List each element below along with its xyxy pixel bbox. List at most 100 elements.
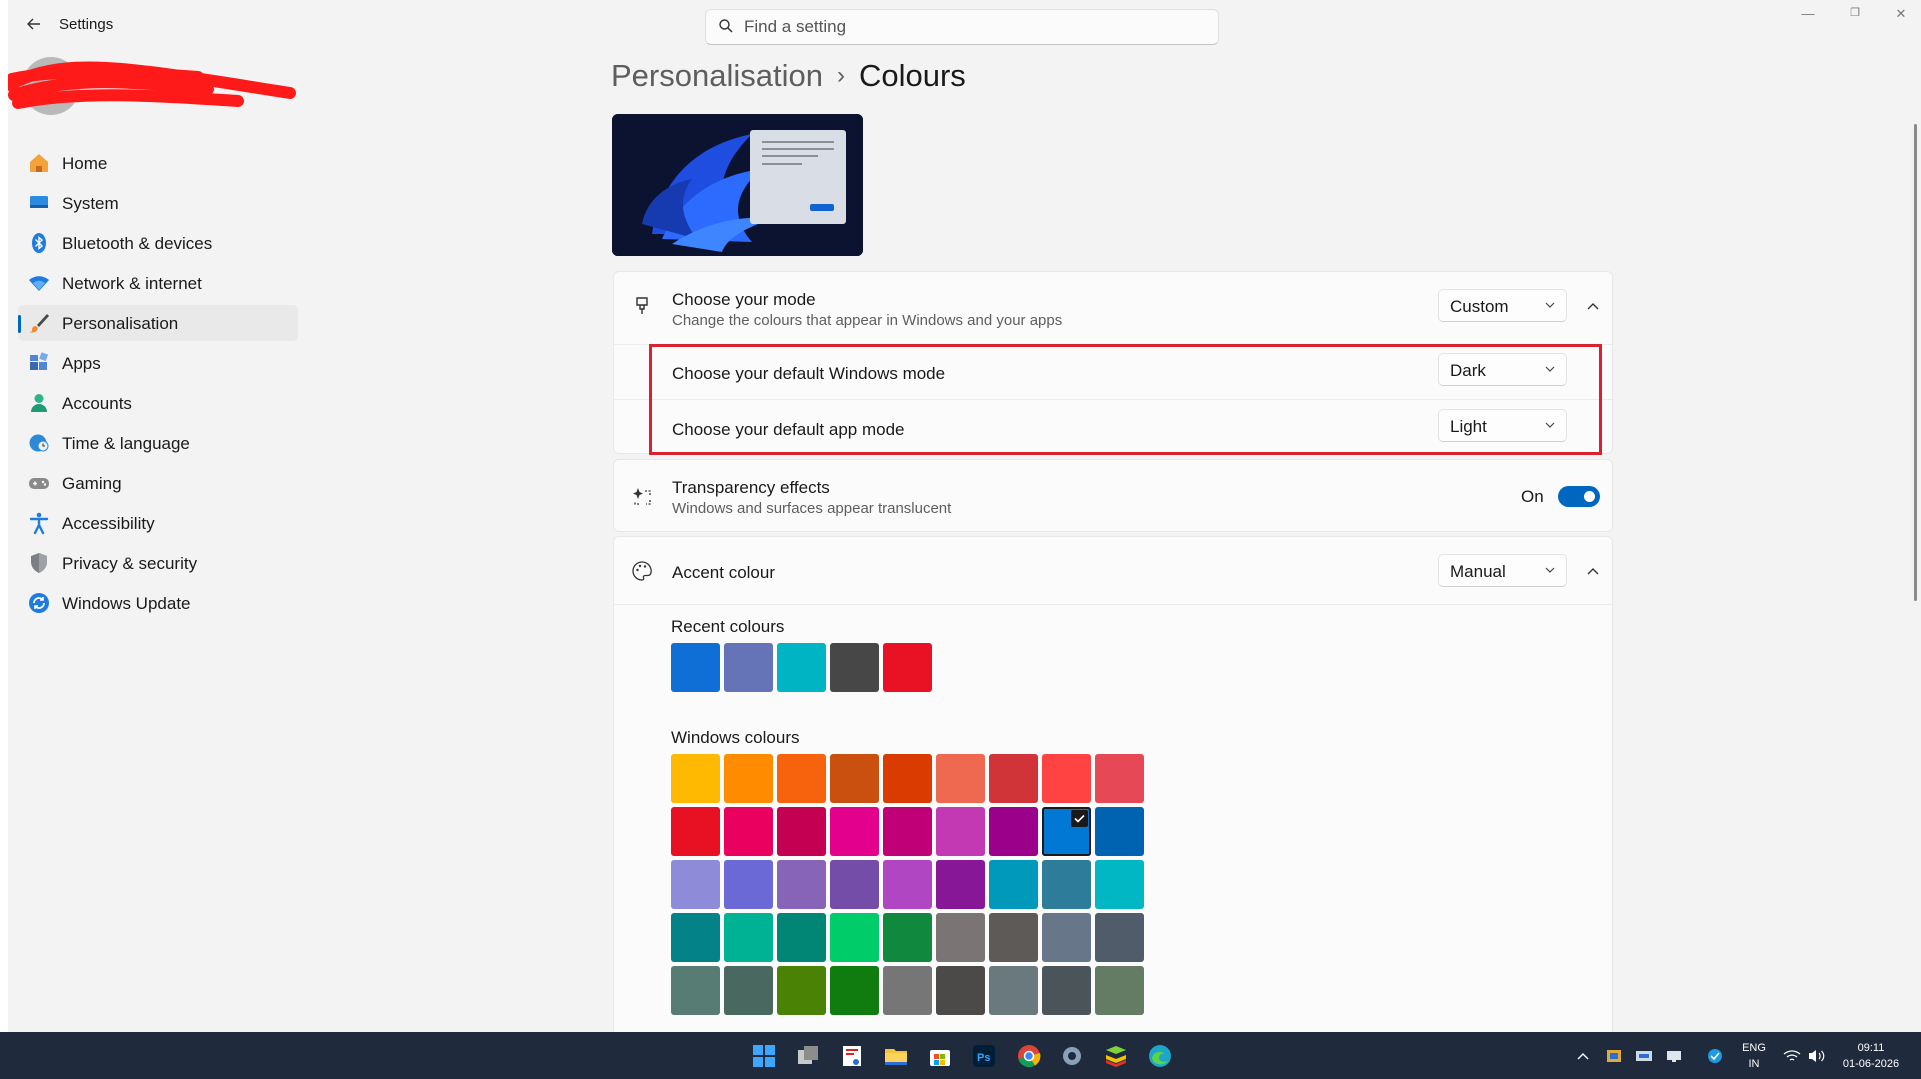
colour-swatch[interactable] bbox=[830, 860, 879, 909]
tray-screen-icon[interactable] bbox=[1634, 1042, 1654, 1070]
chevron-up-icon[interactable] bbox=[1581, 294, 1605, 318]
sidebar-item-apps[interactable]: Apps bbox=[18, 345, 298, 381]
sidebar-item-gaming[interactable]: Gaming bbox=[18, 465, 298, 501]
tray-display-icon[interactable] bbox=[1664, 1042, 1684, 1070]
colour-swatch[interactable] bbox=[1095, 913, 1144, 962]
mode-dropdown[interactable]: Custom bbox=[1438, 289, 1567, 322]
recent-colour-swatch[interactable] bbox=[777, 643, 826, 692]
transparency-toggle[interactable] bbox=[1558, 486, 1600, 507]
sidebar-item-personalisation[interactable]: Personalisation bbox=[18, 305, 298, 341]
tray-app-icon[interactable] bbox=[1604, 1042, 1624, 1070]
sidebar-item-system[interactable]: System bbox=[18, 185, 298, 221]
search-box[interactable] bbox=[705, 9, 1219, 45]
colour-swatch[interactable] bbox=[936, 913, 985, 962]
colour-swatch[interactable] bbox=[936, 966, 985, 1015]
colour-swatch[interactable] bbox=[830, 807, 879, 856]
colour-swatch[interactable] bbox=[777, 966, 826, 1015]
colour-swatch[interactable] bbox=[724, 807, 773, 856]
language-indicator[interactable]: ENG IN bbox=[1737, 1040, 1771, 1072]
colour-swatch[interactable] bbox=[671, 807, 720, 856]
start-icon[interactable] bbox=[750, 1042, 778, 1070]
colour-swatch[interactable] bbox=[1042, 860, 1091, 909]
colour-swatch[interactable] bbox=[883, 913, 932, 962]
region-code: IN bbox=[1748, 1058, 1760, 1070]
colour-swatch[interactable] bbox=[777, 860, 826, 909]
colour-swatch[interactable] bbox=[1095, 860, 1144, 909]
task-view-icon[interactable] bbox=[794, 1042, 822, 1070]
sidebar-item-label: Time & language bbox=[62, 434, 190, 453]
colour-swatch[interactable] bbox=[724, 966, 773, 1015]
colour-swatch[interactable] bbox=[1042, 966, 1091, 1015]
back-button[interactable] bbox=[24, 14, 44, 34]
volume-icon[interactable] bbox=[1806, 1042, 1826, 1070]
colour-swatch[interactable] bbox=[989, 913, 1038, 962]
colour-swatch[interactable] bbox=[1042, 754, 1091, 803]
colour-swatch[interactable] bbox=[724, 913, 773, 962]
colour-swatch[interactable] bbox=[989, 860, 1038, 909]
minimize-button[interactable]: — bbox=[1793, 6, 1823, 26]
sidebar-item-accessibility[interactable]: Accessibility bbox=[18, 505, 298, 541]
sidebar-item-home[interactable]: Home bbox=[18, 145, 298, 181]
colour-swatch[interactable] bbox=[883, 860, 932, 909]
colour-swatch[interactable] bbox=[830, 913, 879, 962]
colour-swatch[interactable] bbox=[1095, 807, 1144, 856]
colour-swatch[interactable] bbox=[671, 860, 720, 909]
recent-colour-swatch[interactable] bbox=[830, 643, 879, 692]
colour-swatch-row bbox=[671, 860, 1144, 909]
search-input[interactable] bbox=[744, 17, 1204, 37]
sidebar-item-privacy[interactable]: Privacy & security bbox=[18, 545, 298, 581]
colour-swatch[interactable] bbox=[936, 860, 985, 909]
colour-swatch[interactable] bbox=[1095, 966, 1144, 1015]
breadcrumb-parent[interactable]: Personalisation bbox=[611, 58, 823, 93]
sidebar-item-label: System bbox=[62, 194, 119, 213]
settings-icon[interactable] bbox=[1058, 1042, 1086, 1070]
chevron-up-icon[interactable] bbox=[1581, 559, 1605, 583]
colour-swatch[interactable] bbox=[777, 754, 826, 803]
colour-swatch[interactable] bbox=[671, 966, 720, 1015]
wifi-icon[interactable] bbox=[1782, 1042, 1802, 1070]
sidebar-item-label: Privacy & security bbox=[62, 554, 198, 573]
colour-swatch[interactable] bbox=[724, 754, 773, 803]
colour-swatch[interactable] bbox=[830, 966, 879, 1015]
colour-swatch[interactable] bbox=[671, 913, 720, 962]
colour-swatch[interactable] bbox=[724, 860, 773, 909]
close-button[interactable]: ✕ bbox=[1886, 6, 1916, 26]
photoshop-icon[interactable]: Ps bbox=[970, 1042, 998, 1070]
colour-swatch[interactable] bbox=[1095, 754, 1144, 803]
chrome-icon[interactable] bbox=[1015, 1042, 1043, 1070]
colour-swatch[interactable] bbox=[777, 913, 826, 962]
colour-swatch[interactable] bbox=[777, 807, 826, 856]
colour-swatch[interactable] bbox=[883, 754, 932, 803]
colour-swatch[interactable] bbox=[671, 754, 720, 803]
sidebar-item-time-language[interactable]: Time & language bbox=[18, 425, 298, 461]
sidebar-item-windows-update[interactable]: Windows Update bbox=[18, 585, 298, 621]
clock[interactable]: 09:11 01-06-2026 bbox=[1836, 1040, 1906, 1072]
bluestacks-icon[interactable] bbox=[1102, 1042, 1130, 1070]
restore-button[interactable]: ❐ bbox=[1840, 6, 1870, 26]
sidebar-item-accounts[interactable]: Accounts bbox=[18, 385, 298, 421]
colour-swatch[interactable] bbox=[1042, 913, 1091, 962]
colour-swatch[interactable] bbox=[830, 754, 879, 803]
colour-swatch[interactable] bbox=[883, 807, 932, 856]
file-explorer-icon[interactable] bbox=[882, 1042, 910, 1070]
colour-swatch[interactable] bbox=[936, 807, 985, 856]
store-icon[interactable] bbox=[926, 1042, 954, 1070]
recent-colour-swatch[interactable] bbox=[671, 643, 720, 692]
colour-swatch[interactable] bbox=[936, 754, 985, 803]
colour-swatch[interactable] bbox=[1042, 807, 1091, 856]
recent-colour-swatch[interactable] bbox=[724, 643, 773, 692]
recent-colour-swatch[interactable] bbox=[883, 643, 932, 692]
sidebar-item-bluetooth[interactable]: Bluetooth & devices bbox=[18, 225, 298, 261]
edge-icon[interactable] bbox=[1146, 1042, 1174, 1070]
page-scrollbar[interactable] bbox=[1914, 124, 1917, 601]
accent-dropdown[interactable]: Manual bbox=[1438, 554, 1567, 587]
colour-swatch[interactable] bbox=[883, 966, 932, 1015]
chevron-up-icon[interactable] bbox=[1574, 1042, 1592, 1070]
user-profile[interactable] bbox=[8, 55, 298, 115]
colour-swatch[interactable] bbox=[989, 966, 1038, 1015]
snipping-tool-icon[interactable] bbox=[838, 1042, 866, 1070]
colour-swatch[interactable] bbox=[989, 807, 1038, 856]
sidebar-item-network[interactable]: Network & internet bbox=[18, 265, 298, 301]
colour-swatch[interactable] bbox=[989, 754, 1038, 803]
tray-defender-icon[interactable] bbox=[1705, 1042, 1725, 1070]
